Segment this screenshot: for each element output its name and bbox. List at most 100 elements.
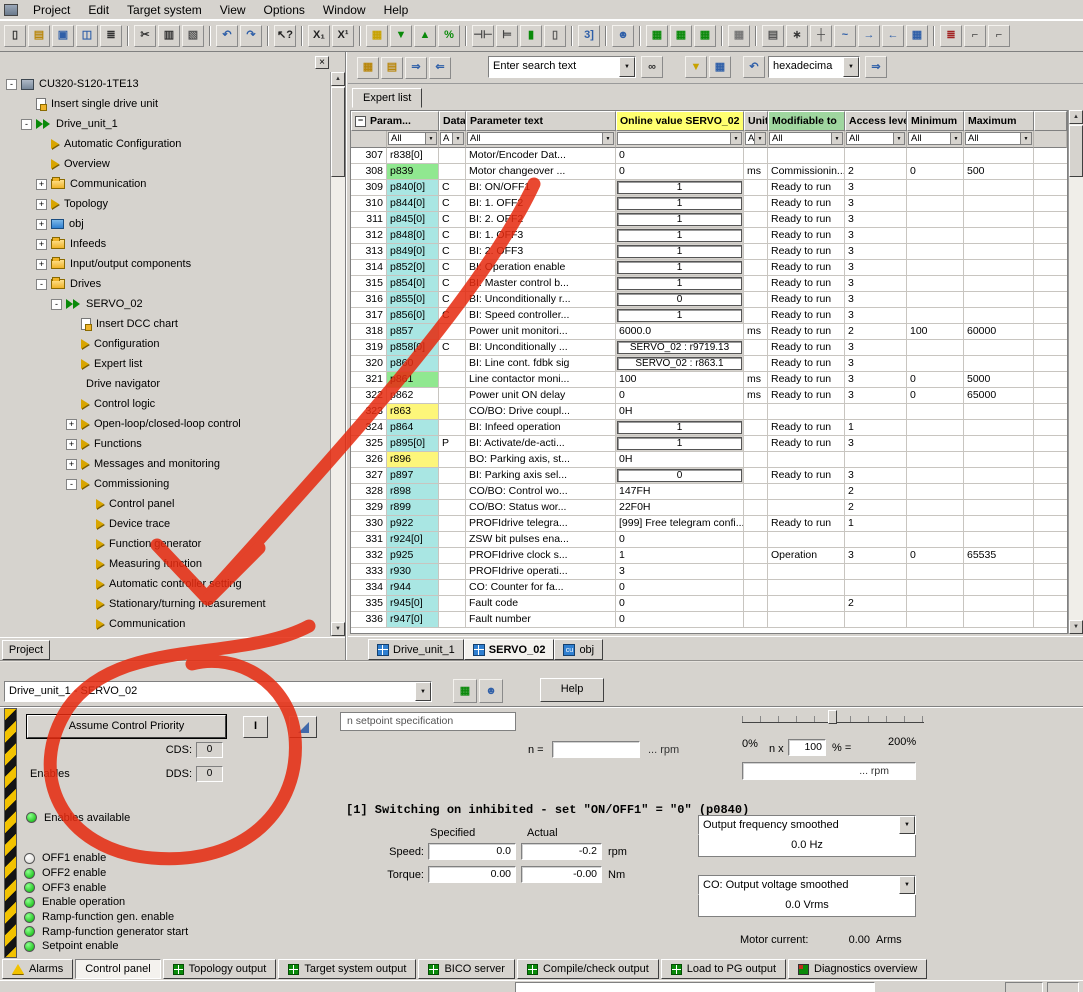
online-value[interactable]: 1 [616, 436, 744, 452]
menu-item-view[interactable]: View [211, 0, 255, 20]
param-name[interactable]: p857 [387, 324, 439, 340]
filter-combo[interactable]: All [388, 132, 437, 145]
connect-button[interactable]: ⊨ [496, 24, 518, 47]
value-box[interactable]: 1 [617, 277, 742, 290]
filter-combo[interactable]: All [769, 132, 843, 145]
online-value[interactable]: 0 [616, 596, 744, 612]
new-document-button[interactable]: ▯ [4, 24, 26, 47]
online-value[interactable]: 1 [616, 420, 744, 436]
tree-item-automatic-configuration[interactable]: Automatic Configuration [2, 134, 329, 154]
compare-params-button[interactable]: % [438, 24, 460, 47]
frequency-signal-select[interactable]: Output frequency smoothed [698, 815, 916, 835]
search-input[interactable]: Enter search text [488, 56, 636, 78]
help-button[interactable]: Help [540, 678, 604, 702]
param-name[interactable]: p848[0] [387, 228, 439, 244]
tree-item-control-logic[interactable]: Control logic [2, 394, 329, 414]
dock-right-button[interactable]: ⌐ [988, 24, 1010, 47]
tree-item-device-trace[interactable]: Device trace [2, 514, 329, 534]
collapse-icon[interactable]: - [21, 118, 32, 130]
back-button[interactable]: ↶ [743, 56, 765, 78]
drive-select[interactable]: Drive_unit_1 - SERVO_02 [4, 681, 432, 702]
menu-item-edit[interactable]: Edit [79, 0, 118, 20]
param-name[interactable]: r947[0] [387, 612, 439, 628]
column-header-parameter-text[interactable]: Parameter text [466, 111, 616, 131]
doc-tab-drive-unit-1[interactable]: Drive_unit_1 [368, 639, 464, 660]
value-box[interactable]: 0 [617, 469, 742, 482]
param-name[interactable]: p864 [387, 420, 439, 436]
tree-item-function-generator[interactable]: Function generator [2, 534, 329, 554]
param-name[interactable]: p925 [387, 548, 439, 564]
scroll-down-icon[interactable] [331, 622, 345, 636]
tree-item-automatic-controller-setting[interactable]: Automatic controller setting [2, 574, 329, 594]
number-format-select[interactable]: hexadecima [768, 56, 860, 78]
tree-item-communication[interactable]: Communication [2, 614, 329, 634]
param-name[interactable]: p860 [387, 356, 439, 372]
tree-item-functions[interactable]: + Functions [2, 434, 329, 454]
filter-combo[interactable]: All [846, 132, 905, 145]
bottom-tab-control-panel[interactable]: Control panel [75, 959, 161, 979]
help-pointer-button[interactable]: ↖? [274, 24, 296, 47]
param-name[interactable]: p858[0] [387, 340, 439, 356]
value-box[interactable]: 1 [617, 437, 742, 450]
param-name[interactable]: r899 [387, 500, 439, 516]
scroll-thumb[interactable] [1069, 125, 1083, 177]
param-name[interactable]: p861 [387, 372, 439, 388]
tree-item-commissioning[interactable]: - Commissioning [2, 474, 329, 494]
param-name[interactable]: r944 [387, 580, 439, 596]
filter-combo[interactable]: A [440, 132, 464, 145]
filter-combo[interactable]: All [908, 132, 962, 145]
filter-combo[interactable] [617, 132, 742, 145]
value-box[interactable]: 1 [617, 197, 742, 210]
param-name[interactable]: r896 [387, 452, 439, 468]
offline-button[interactable]: ▯ [544, 24, 566, 47]
move-right-button[interactable]: → [858, 24, 880, 47]
column-header-unit[interactable]: Unit [744, 111, 768, 131]
curve-button[interactable]: ~ [834, 24, 856, 47]
tree-item-configuration[interactable]: Configuration [2, 334, 329, 354]
dock-left-button[interactable]: ⌐ [964, 24, 986, 47]
jog-button[interactable] [289, 716, 317, 738]
list-export-button[interactable]: ⇐ [429, 56, 451, 79]
collapse-icon[interactable]: - [66, 478, 77, 490]
online-value[interactable]: SERVO_02 : r9719.13 [616, 340, 744, 356]
value-box[interactable]: SERVO_02 : r9719.13 [617, 341, 742, 354]
online-value[interactable]: 1 [616, 260, 744, 276]
param-name[interactable]: p922 [387, 516, 439, 532]
tree-item-control-panel[interactable]: Control panel [2, 494, 329, 514]
tree-item-cu320-s120-1te13[interactable]: - CU320-S120-1TE13 [2, 74, 329, 94]
tab-expert-list[interactable]: Expert list [352, 88, 423, 108]
save-compile-button[interactable]: ◫ [76, 24, 98, 47]
online-value[interactable]: 0 [616, 164, 744, 180]
tree-item-servo-02[interactable]: - SERVO_02 [2, 294, 329, 314]
voltage-signal-select[interactable]: CO: Output voltage smoothed [698, 875, 916, 895]
find-button[interactable]: ∞ [641, 56, 663, 78]
online-value[interactable]: 1 [616, 196, 744, 212]
collapse-icon[interactable]: - [6, 78, 17, 90]
save-button[interactable]: ▣ [52, 24, 74, 47]
param-name[interactable]: p862 [387, 388, 439, 404]
drive-on-button[interactable]: I [243, 716, 268, 738]
torque-specified-value[interactable]: 0.00 [428, 866, 516, 883]
tab-project[interactable]: Project [2, 640, 50, 660]
chevron-down-icon[interactable] [843, 57, 859, 77]
tree-item-overview[interactable]: Overview [2, 154, 329, 174]
bottom-tab-compile-check-output[interactable]: Compile/check output [516, 959, 659, 979]
param-name[interactable]: r898 [387, 484, 439, 500]
collapse-icon[interactable]: - [51, 298, 62, 310]
value-box[interactable]: 1 [617, 229, 742, 242]
online-value[interactable]: 147FH [616, 484, 744, 500]
move-left-button[interactable]: ← [882, 24, 904, 47]
filter-combo[interactable]: All [467, 132, 614, 145]
chevron-down-icon[interactable] [1020, 133, 1031, 144]
online-value[interactable]: 0 [616, 468, 744, 484]
column-header-minimum[interactable]: Minimum [907, 111, 964, 131]
panel-user-button[interactable]: ☻ [479, 679, 503, 703]
expand-icon[interactable]: + [66, 458, 77, 470]
undo-button[interactable]: ↶ [216, 24, 238, 47]
online-value[interactable]: 1 [616, 212, 744, 228]
speed-specified-value[interactable]: 0.0 [428, 843, 516, 860]
setpoint-type-display[interactable]: n setpoint specification [340, 712, 516, 731]
column-header-data[interactable]: Data [439, 111, 466, 131]
output-list-button[interactable]: ≣ [940, 24, 962, 47]
grid-select-button[interactable]: ▦ [906, 24, 928, 47]
